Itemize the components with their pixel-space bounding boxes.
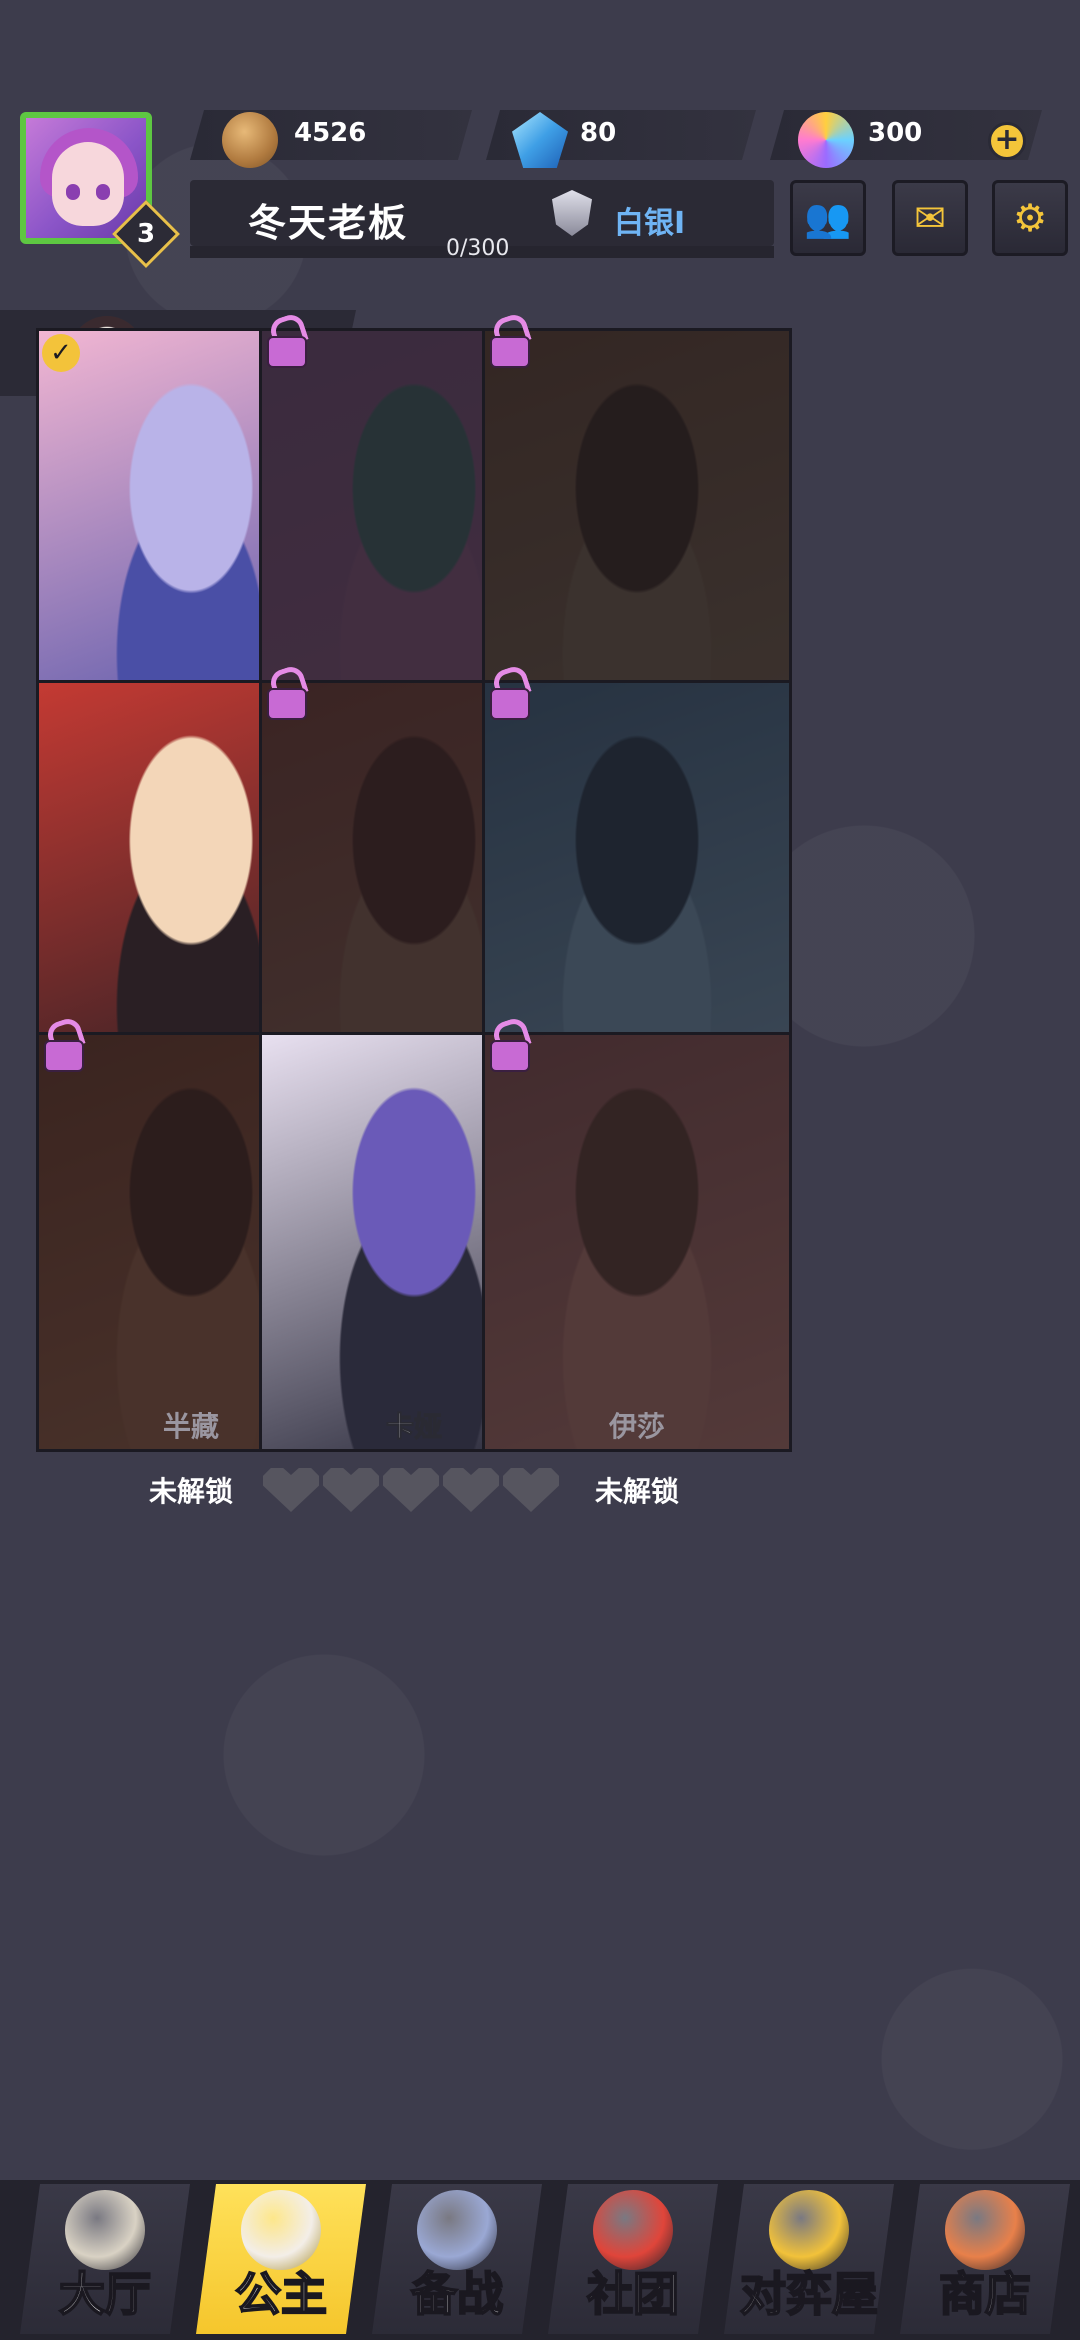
add-ticket-button[interactable]: + [988,122,1026,160]
nav-label: 对弈屋 [739,2266,879,2322]
friends-icon: 👥 [804,195,852,240]
diamond-value: 80 [580,118,617,148]
avatar-face [52,142,124,226]
lock-icon [486,663,534,722]
heart-icon [383,1468,439,1512]
ticket-value: 300 [868,118,923,148]
lock-icon [486,1015,534,1074]
player-name[interactable]: 冬天老板 [248,192,408,247]
rank-text: 白银I [614,206,686,241]
lock-icon [40,1015,88,1074]
locked-overlay [485,1035,789,1449]
heart-icon [263,1468,319,1512]
gear-icon: ⚙ [1012,196,1048,240]
nav-label: 公主 [234,2266,328,2322]
selected-check-icon: ✓ [42,334,80,372]
lock-icon [263,663,311,722]
potato-coin-icon [222,112,278,168]
nav-label: 商店 [938,2266,1032,2322]
mail-button[interactable]: ✉ [892,180,968,256]
friends-button[interactable]: 👥 [790,180,866,256]
coin-value: 4526 [294,118,367,148]
lock-icon [263,311,311,370]
heart-icon [323,1468,379,1512]
avatar-eye [66,184,80,200]
nav-label: 备战 [410,2266,504,2322]
rainbow-ticket-icon [798,112,854,168]
princess-name: 伊莎 [608,1410,665,1443]
lock-icon [486,311,534,370]
mail-icon: ✉ [914,196,946,240]
princess-card[interactable]: 伊莎 [482,1032,792,1452]
nav-label: 社团 [586,2266,680,2322]
nav-label: 大厅 [58,2266,152,2322]
avatar-eye [96,184,110,200]
exp-text: 0/300 [446,236,510,261]
settings-button[interactable]: ⚙ [992,180,1068,256]
unlock-status-text: 未解锁 [594,1475,679,1508]
level-number: 3 [136,219,156,249]
